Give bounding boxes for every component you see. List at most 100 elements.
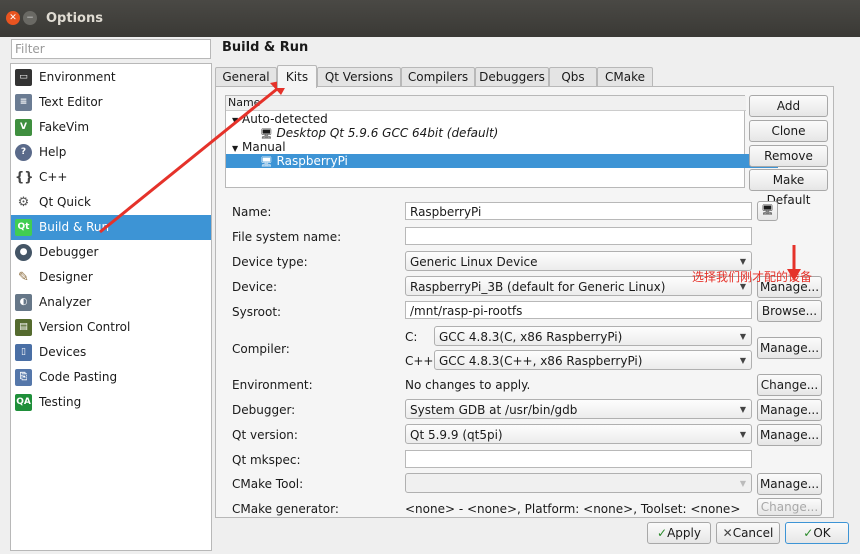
- environment-change-button[interactable]: Change...: [757, 374, 822, 396]
- nav-item-designer[interactable]: ✎ Designer: [11, 265, 211, 290]
- cancel-x-icon: ✕: [722, 526, 733, 540]
- clone-kit-button[interactable]: Clone: [749, 120, 828, 142]
- ok-button[interactable]: ✓OK: [785, 522, 849, 544]
- nav-item-help[interactable]: ? Help: [11, 140, 211, 165]
- window-title: Options: [46, 11, 103, 26]
- environment-label: Environment:: [232, 378, 313, 392]
- compiler-label: Compiler:: [232, 342, 290, 356]
- add-kit-button[interactable]: Add: [749, 95, 828, 117]
- window-minimize-icon[interactable]: −: [23, 11, 37, 25]
- environment-value: No changes to apply.: [405, 378, 531, 392]
- qt-version-manage-button[interactable]: Manage...: [757, 424, 822, 446]
- name-label: Name:: [232, 205, 272, 219]
- window-titlebar: ✕ − Options: [0, 0, 860, 37]
- qa-testing-icon: QA: [15, 394, 32, 411]
- window-close-icon[interactable]: ✕: [6, 11, 20, 25]
- tab-general[interactable]: General: [215, 67, 277, 87]
- nav-item-debugger[interactable]: ● Debugger: [11, 240, 211, 265]
- version-control-icon: ▤: [15, 319, 32, 336]
- cmake-tool-select[interactable]: ▼: [405, 473, 752, 493]
- file-system-name-field[interactable]: [405, 227, 752, 245]
- designer-pencil-icon: ✎: [15, 269, 32, 286]
- nav-item-build-run[interactable]: Qt Build & Run: [11, 215, 211, 240]
- nav-item-version-control[interactable]: ▤ Version Control: [11, 315, 211, 340]
- kit-name-field[interactable]: RaspberryPi: [405, 202, 752, 220]
- monitor-icon: 🖥: [761, 205, 774, 216]
- options-category-list: ▭ Environment ≡ Text Editor V FakeVim ? Help…: [10, 63, 212, 551]
- kit-icon-button[interactable]: 🖥: [757, 201, 778, 221]
- qt-version-select[interactable]: Qt 5.9.9 (qt5pi) ▼: [405, 424, 752, 444]
- compiler-cpp-label: C++:: [405, 354, 438, 368]
- text-editor-icon: ≡: [15, 94, 32, 111]
- file-system-name-label: File system name:: [232, 230, 342, 244]
- nav-item-code-pasting[interactable]: ⎘ Code Pasting: [11, 365, 211, 390]
- tree-group-manual[interactable]: ▼ Manual: [226, 140, 750, 154]
- help-icon: ?: [15, 144, 32, 161]
- cmake-generator-label: CMake generator:: [232, 502, 339, 516]
- qt-quick-icon: ⚙: [15, 194, 32, 211]
- chevron-down-icon: ▼: [739, 479, 746, 488]
- checkmark-icon: ✓: [657, 526, 668, 540]
- qt-mkspec-label: Qt mkspec:: [232, 453, 301, 467]
- tree-group-auto-detected[interactable]: ▼ Auto-detected: [226, 112, 750, 126]
- monitor-icon: 🖥: [260, 129, 273, 140]
- tab-compilers[interactable]: Compilers: [401, 67, 475, 87]
- sysroot-label: Sysroot:: [232, 305, 282, 319]
- device-type-label: Device type:: [232, 255, 308, 269]
- debugger-bug-icon: ●: [15, 244, 32, 261]
- tab-debuggers[interactable]: Debuggers: [475, 67, 549, 87]
- kits-panel: Name ▼ Auto-detected 🖥 Desktop Qt 5.9.6 …: [215, 86, 834, 518]
- tab-qt-versions[interactable]: Qt Versions: [317, 67, 401, 87]
- analyzer-icon: ◐: [15, 294, 32, 311]
- chevron-down-icon: ▼: [739, 405, 746, 414]
- nav-item-fakevim[interactable]: V FakeVim: [11, 115, 211, 140]
- filter-input[interactable]: Filter: [11, 39, 211, 59]
- nav-item-analyzer[interactable]: ◐ Analyzer: [11, 290, 211, 315]
- compiler-manage-button[interactable]: Manage...: [757, 337, 822, 359]
- chevron-down-icon: ▼: [739, 332, 746, 341]
- apply-button[interactable]: ✓Apply: [647, 522, 711, 544]
- kit-tree-header: Name: [226, 96, 746, 111]
- code-pasting-icon: ⎘: [15, 369, 32, 386]
- c-compiler-select[interactable]: GCC 4.8.3(C, x86 RaspberryPi) ▼: [434, 326, 752, 346]
- sysroot-browse-button[interactable]: Browse...: [757, 300, 822, 322]
- cpp-braces-icon: {}: [15, 169, 34, 186]
- build-run-icon: Qt: [15, 219, 32, 236]
- chevron-down-icon: ▼: [739, 430, 746, 439]
- cpp-compiler-select[interactable]: GCC 4.8.3(C++, x86 RaspberryPi) ▼: [434, 350, 752, 370]
- nav-item-text-editor[interactable]: ≡ Text Editor: [11, 90, 211, 115]
- nav-item-environment[interactable]: ▭ Environment: [11, 65, 211, 90]
- monitor-icon: ▭: [15, 69, 32, 86]
- nav-item-testing[interactable]: QA Testing: [11, 390, 211, 415]
- make-default-button[interactable]: Make Default: [749, 169, 828, 207]
- cancel-button[interactable]: ✕Cancel: [716, 522, 780, 544]
- sysroot-field[interactable]: /mnt/rasp-pi-rootfs: [405, 301, 752, 319]
- nav-item-qt-quick[interactable]: ⚙ Qt Quick: [11, 190, 211, 215]
- qt-mkspec-field[interactable]: [405, 450, 752, 468]
- debugger-manage-button[interactable]: Manage...: [757, 399, 822, 421]
- cmake-tool-label: CMake Tool:: [232, 477, 304, 491]
- tree-item-desktop-kit[interactable]: 🖥 Desktop Qt 5.9.6 GCC 64bit (default): [226, 126, 778, 140]
- kit-tree[interactable]: Name ▼ Auto-detected 🖥 Desktop Qt 5.9.6 …: [225, 95, 778, 188]
- tree-item-raspberrypi-kit[interactable]: 🖥 RaspberryPi: [226, 154, 778, 168]
- qt-version-label: Qt version:: [232, 428, 298, 442]
- debugger-label: Debugger:: [232, 403, 296, 417]
- remove-kit-button[interactable]: Remove: [749, 145, 828, 167]
- nav-item-cpp[interactable]: {} C++: [11, 165, 211, 190]
- tab-kits[interactable]: Kits: [277, 65, 317, 88]
- debugger-select[interactable]: System GDB at /usr/bin/gdb ▼: [405, 399, 752, 419]
- collapse-arrow-icon[interactable]: ▼: [232, 116, 238, 125]
- devices-phone-icon: ▯: [15, 344, 32, 361]
- options-dialog: Filter ▭ Environment ≡ Text Editor V FakeVi…: [0, 37, 860, 554]
- collapse-arrow-icon[interactable]: ▼: [232, 144, 238, 153]
- cmake-generator-change-button[interactable]: Change...: [757, 498, 822, 516]
- compiler-c-label: C:: [405, 330, 418, 344]
- tab-qbs[interactable]: Qbs: [549, 67, 597, 87]
- chevron-down-icon: ▼: [739, 356, 746, 365]
- cmake-generator-value: <none> - <none>, Platform: <none>, Tools…: [405, 502, 741, 516]
- annotation-text: 选择我们刚才配的设备: [692, 270, 813, 284]
- nav-item-devices[interactable]: ▯ Devices: [11, 340, 211, 365]
- device-label: Device:: [232, 280, 278, 294]
- tab-cmake[interactable]: CMake: [597, 67, 653, 87]
- cmake-tool-manage-button[interactable]: Manage...: [757, 473, 822, 495]
